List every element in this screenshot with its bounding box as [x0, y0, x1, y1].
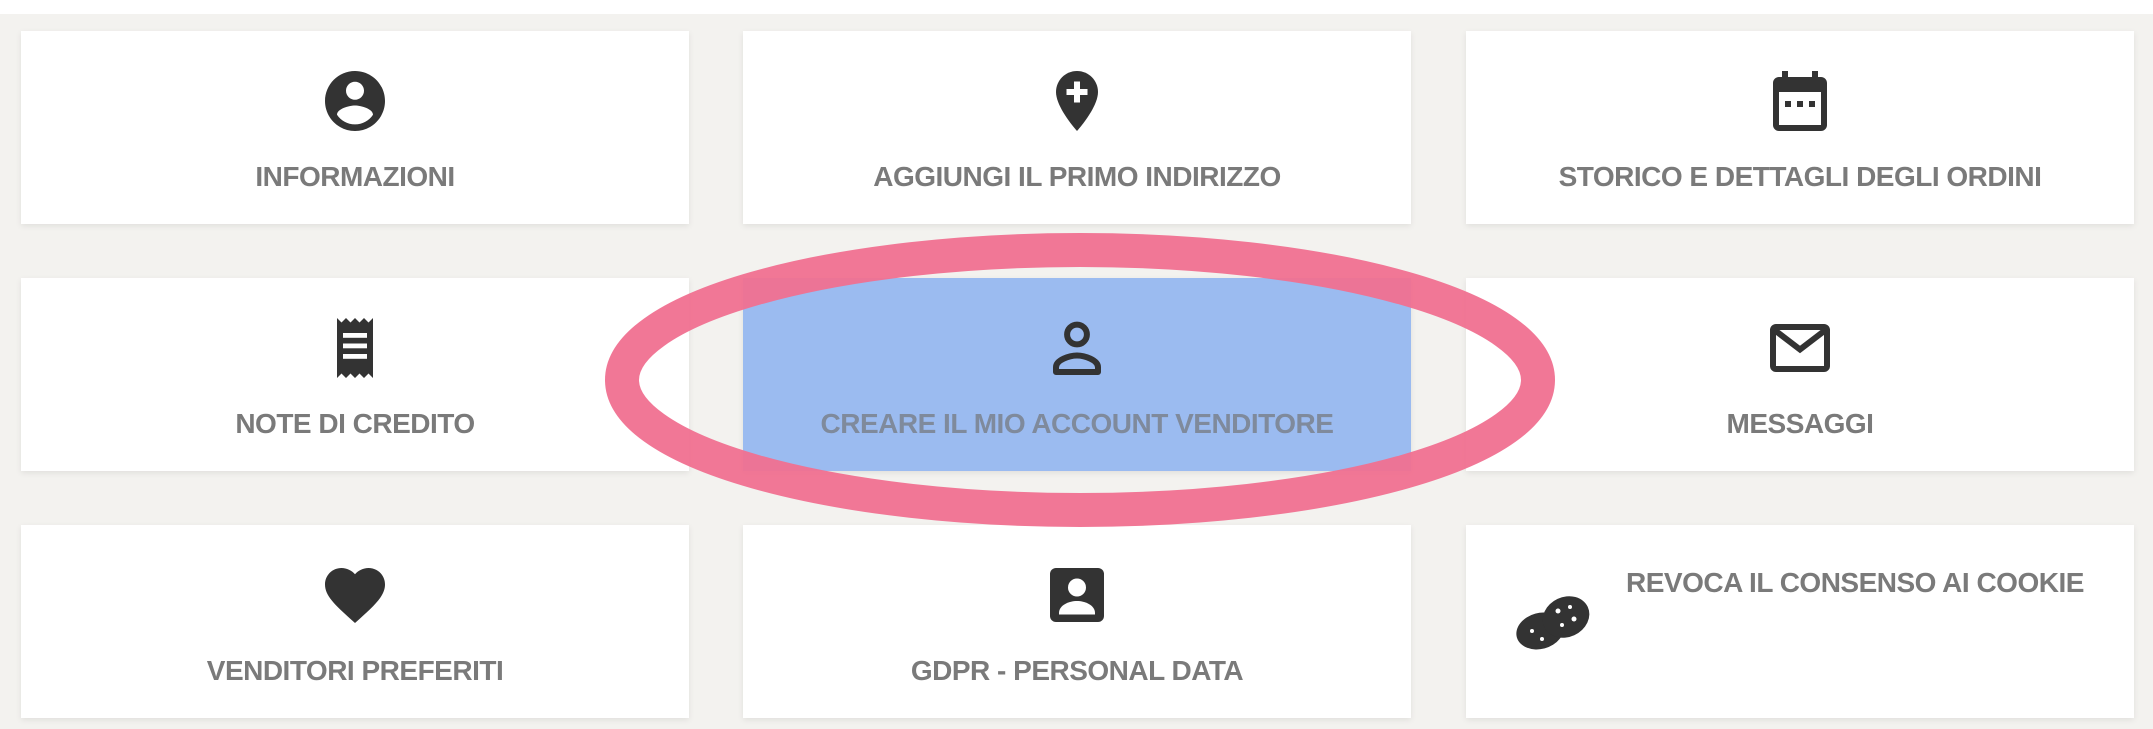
add-location-icon [1041, 65, 1113, 137]
mail-icon [1764, 312, 1836, 384]
tile-label: VENDITORI PREFERITI [206, 655, 504, 686]
receipt-icon [319, 312, 391, 384]
tile-label: INFORMAZIONI [255, 161, 455, 192]
tile-label: NOTE DI CREDITO [235, 408, 475, 439]
tile-label: CREARE IL MIO ACCOUNT VENDITORE [820, 408, 1334, 439]
tile-label: REVOCA IL CONSENSO AI COOKIE [1626, 567, 2084, 598]
tile-note-credito[interactable]: NOTE DI CREDITO [21, 278, 689, 471]
tile-informazioni[interactable]: INFORMAZIONI [21, 31, 689, 224]
person-outline-icon [1041, 312, 1113, 384]
tile-gdpr[interactable]: GDPR - PERSONAL DATA [743, 525, 1411, 718]
tile-storico-ordini[interactable]: STORICO E DETTAGLI DEGLI ORDINI [1466, 31, 2134, 224]
contact-card-icon [1041, 559, 1113, 631]
tile-revoca-cookie[interactable]: REVOCA IL CONSENSO AI COOKIE [1466, 525, 2134, 718]
heart-icon [319, 559, 391, 631]
tile-label: MESSAGGI [1726, 408, 1874, 439]
calendar-icon [1764, 65, 1836, 137]
tile-label: AGGIUNGI IL PRIMO INDIRIZZO [873, 161, 1281, 192]
tile-account-venditore[interactable]: CREARE IL MIO ACCOUNT VENDITORE [743, 278, 1411, 471]
tile-messaggi[interactable]: MESSAGGI [1466, 278, 2134, 471]
tile-venditori-preferiti[interactable]: VENDITORI PREFERITI [21, 525, 689, 718]
tile-aggiungi-indirizzo[interactable]: AGGIUNGI IL PRIMO INDIRIZZO [743, 31, 1411, 224]
tile-label: GDPR - PERSONAL DATA [910, 655, 1244, 686]
cookie-icon [1512, 585, 1596, 655]
account-circle-icon [319, 65, 391, 137]
tile-label: STORICO E DETTAGLI DEGLI ORDINI [1558, 161, 2042, 192]
